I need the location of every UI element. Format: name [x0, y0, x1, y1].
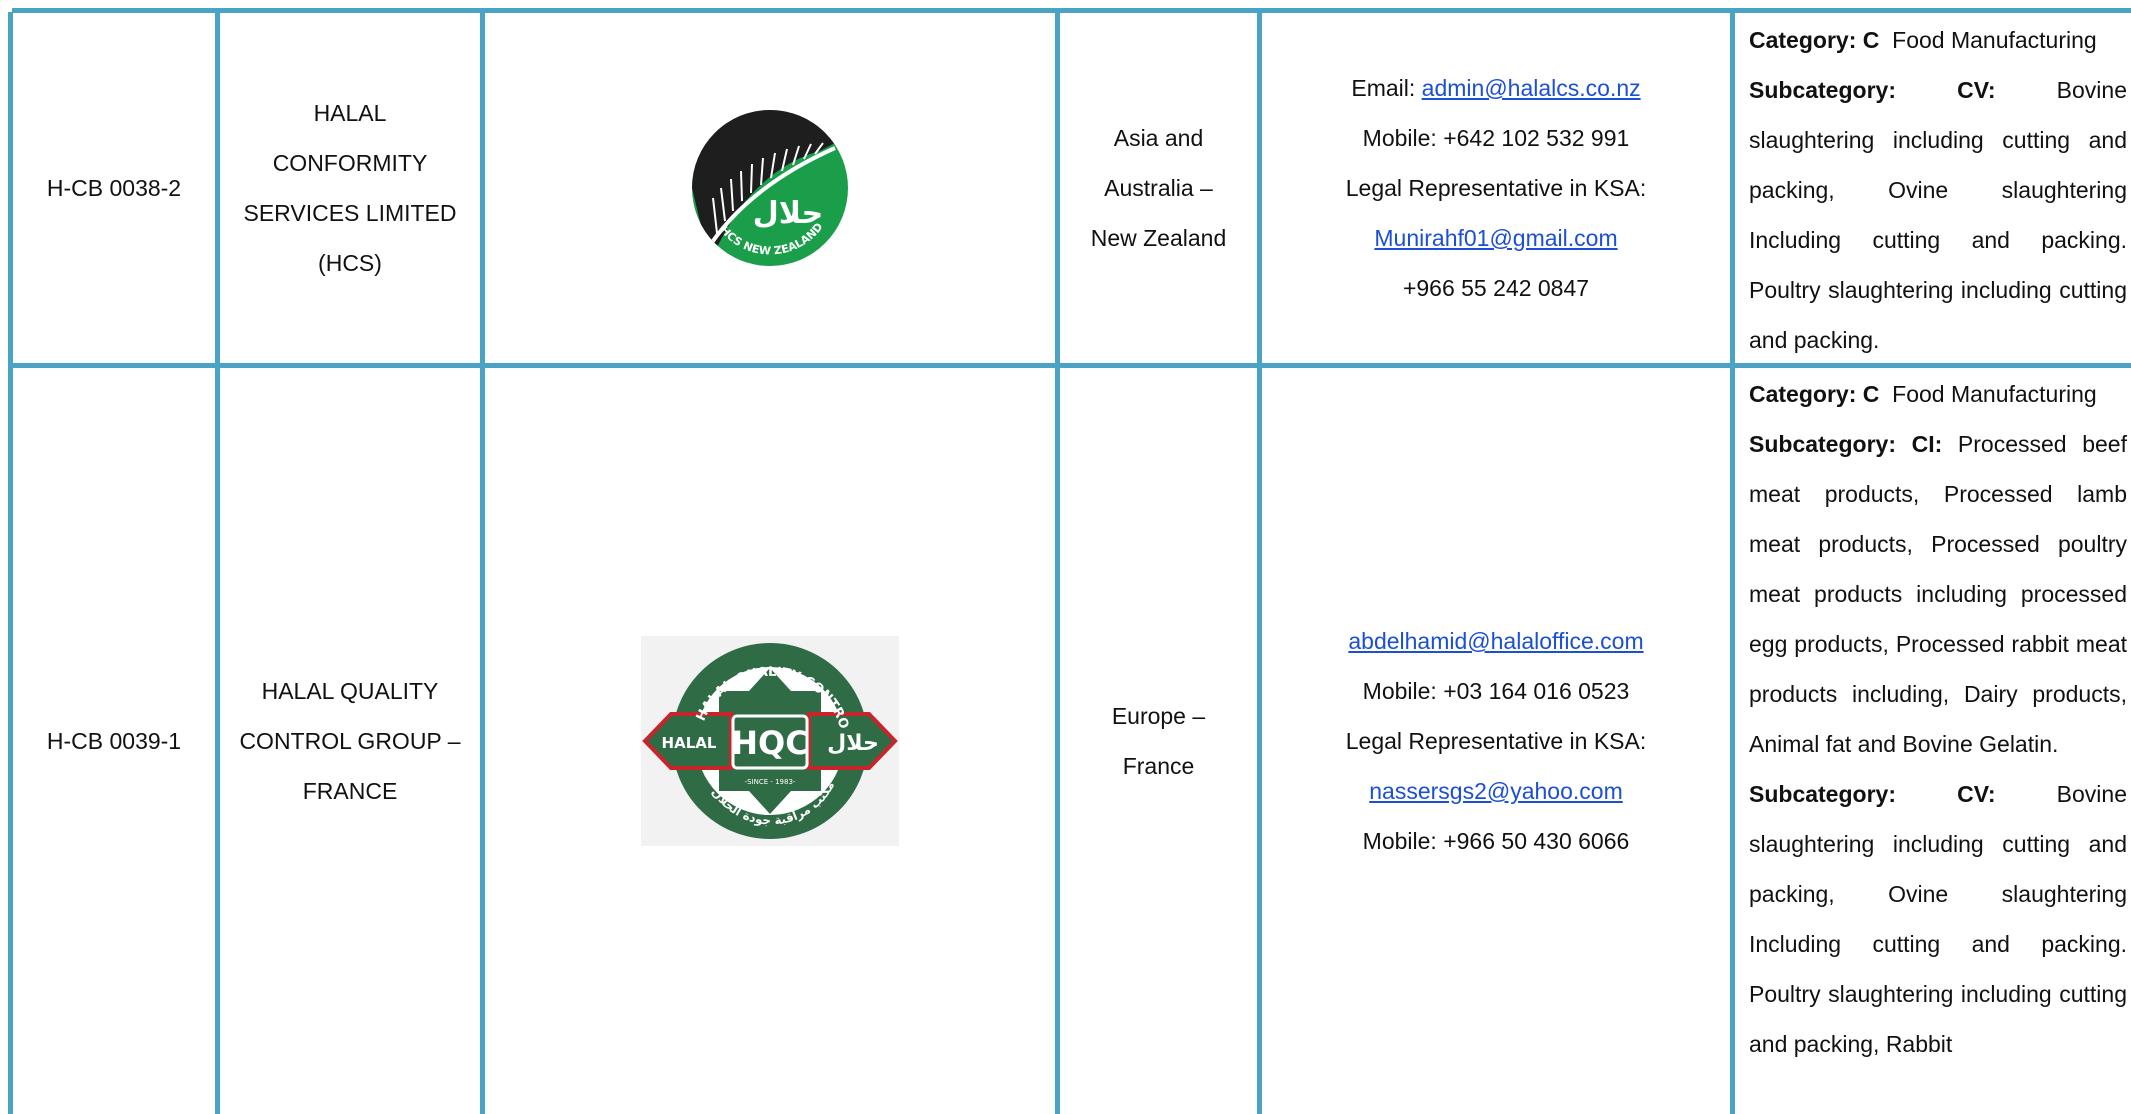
rep-email-link[interactable]: nassersgs2@yahoo.com: [1369, 766, 1622, 816]
subcategory-label: Subcategory:: [1749, 781, 1896, 807]
region-line: Asia and: [1113, 125, 1204, 151]
hqc-logo-icon: HQC HALAL حلال -SINCE - 1983- HALAL QUAL…: [641, 636, 899, 846]
email-link[interactable]: admin@halalcs.co.nz: [1422, 75, 1641, 101]
cb-name-cell: HALAL QUALITY CONTROL GROUP – FRANCE: [220, 368, 480, 1114]
region-line: Europe –: [1111, 703, 1206, 729]
region-cell: Asia and Australia – New Zealand: [1060, 13, 1257, 363]
subcategory-code: CV:: [1957, 77, 1996, 103]
rep-email-link[interactable]: Munirahf01@gmail.com: [1374, 213, 1617, 263]
mobile-number: Mobile: +642 102 532 991: [1362, 125, 1630, 151]
contact-cell: Email: admin@halalcs.co.nz Mobile: +642 …: [1262, 13, 1730, 363]
cb-name-line: (HCS): [318, 250, 382, 276]
subcategory-label: Subcategory: CI:: [1749, 431, 1943, 457]
fern-logo-icon: حلال HCS NEW ZEALAND: [692, 110, 848, 266]
hqc-main-text: HQC: [731, 724, 808, 762]
legal-rep-label: Legal Representative in KSA:: [1345, 175, 1647, 201]
region-line: New Zealand: [1090, 225, 1227, 251]
subcategory-label: Subcategory:: [1749, 77, 1896, 103]
category-text: Food Manufacturing: [1892, 381, 2097, 407]
cb-name-line: HALAL: [313, 100, 387, 126]
rep-phone: Mobile: +966 50 430 6066: [1362, 828, 1630, 854]
subcategory-text: Bovine slaughtering including cutting an…: [1749, 781, 2127, 1057]
cb-name-line: CONFORMITY: [272, 150, 428, 176]
email-line: Email: admin@halalcs.co.nz: [1351, 63, 1640, 113]
region-cell: Europe – France: [1060, 368, 1257, 1114]
region-line: France: [1122, 753, 1195, 779]
email-label: Email:: [1351, 75, 1416, 101]
subcategory-paragraph: Subcategory: CV: Bovine slaughtering inc…: [1749, 769, 2127, 1069]
hqc-left-text: HALAL: [662, 734, 717, 752]
subcategory-paragraph: Subcategory: CI: Processed beef meat pro…: [1749, 419, 2127, 769]
cb-name-line: FRANCE: [302, 778, 398, 804]
legal-rep-label: Legal Representative in KSA:: [1345, 728, 1647, 754]
hqc-right-text: حلال: [827, 731, 879, 756]
region-line: Australia –: [1104, 175, 1213, 201]
email-link[interactable]: abdelhamid@halaloffice.com: [1348, 616, 1643, 666]
subcategory-paragraph: Subcategory: CV: Bovine slaughtering inc…: [1749, 65, 2127, 365]
category-label: Category: C: [1749, 27, 1880, 53]
scope-description: Category: C Food Manufacturing Subcatego…: [1749, 15, 2127, 365]
subcategory-text: Processed beef meat products, Processed …: [1749, 431, 2127, 757]
subcategory-text: Bovine slaughtering including cutting an…: [1749, 77, 2127, 353]
contact-cell: abdelhamid@halaloffice.com Mobile: +03 1…: [1262, 368, 1730, 1114]
category-label: Category: C: [1749, 381, 1880, 407]
category-line: Category: C Food Manufacturing: [1749, 369, 2127, 419]
category-line: Category: C Food Manufacturing: [1749, 15, 2127, 65]
cb-name-line: SERVICES LIMITED: [243, 200, 457, 226]
cb-name-cell: HALAL CONFORMITY SERVICES LIMITED (HCS): [220, 13, 480, 363]
cb-code-cell: H-CB 0038-2: [13, 13, 215, 363]
mobile-number: Mobile: +03 164 016 0523: [1362, 678, 1630, 704]
hqc-halal-quality-control-logo: HQC HALAL حلال -SINCE - 1983- HALAL QUAL…: [485, 368, 1055, 1114]
subcategory-code: CV:: [1957, 781, 1996, 807]
scope-description: Category: C Food Manufacturing Subcatego…: [1749, 369, 2127, 1069]
hcs-new-zealand-logo: حلال HCS NEW ZEALAND: [485, 13, 1055, 363]
cb-code: H-CB 0038-2: [46, 175, 182, 201]
cb-name-line: CONTROL GROUP –: [239, 728, 461, 754]
hqc-since-text: -SINCE - 1983-: [745, 778, 796, 786]
cb-code: H-CB 0039-1: [46, 728, 182, 754]
rep-phone: +966 55 242 0847: [1402, 275, 1590, 301]
column-border: [1730, 12, 1735, 1114]
cb-code-cell: H-CB 0039-1: [13, 368, 215, 1114]
cb-name-line: HALAL QUALITY: [261, 678, 439, 704]
category-text: Food Manufacturing: [1892, 27, 2097, 53]
